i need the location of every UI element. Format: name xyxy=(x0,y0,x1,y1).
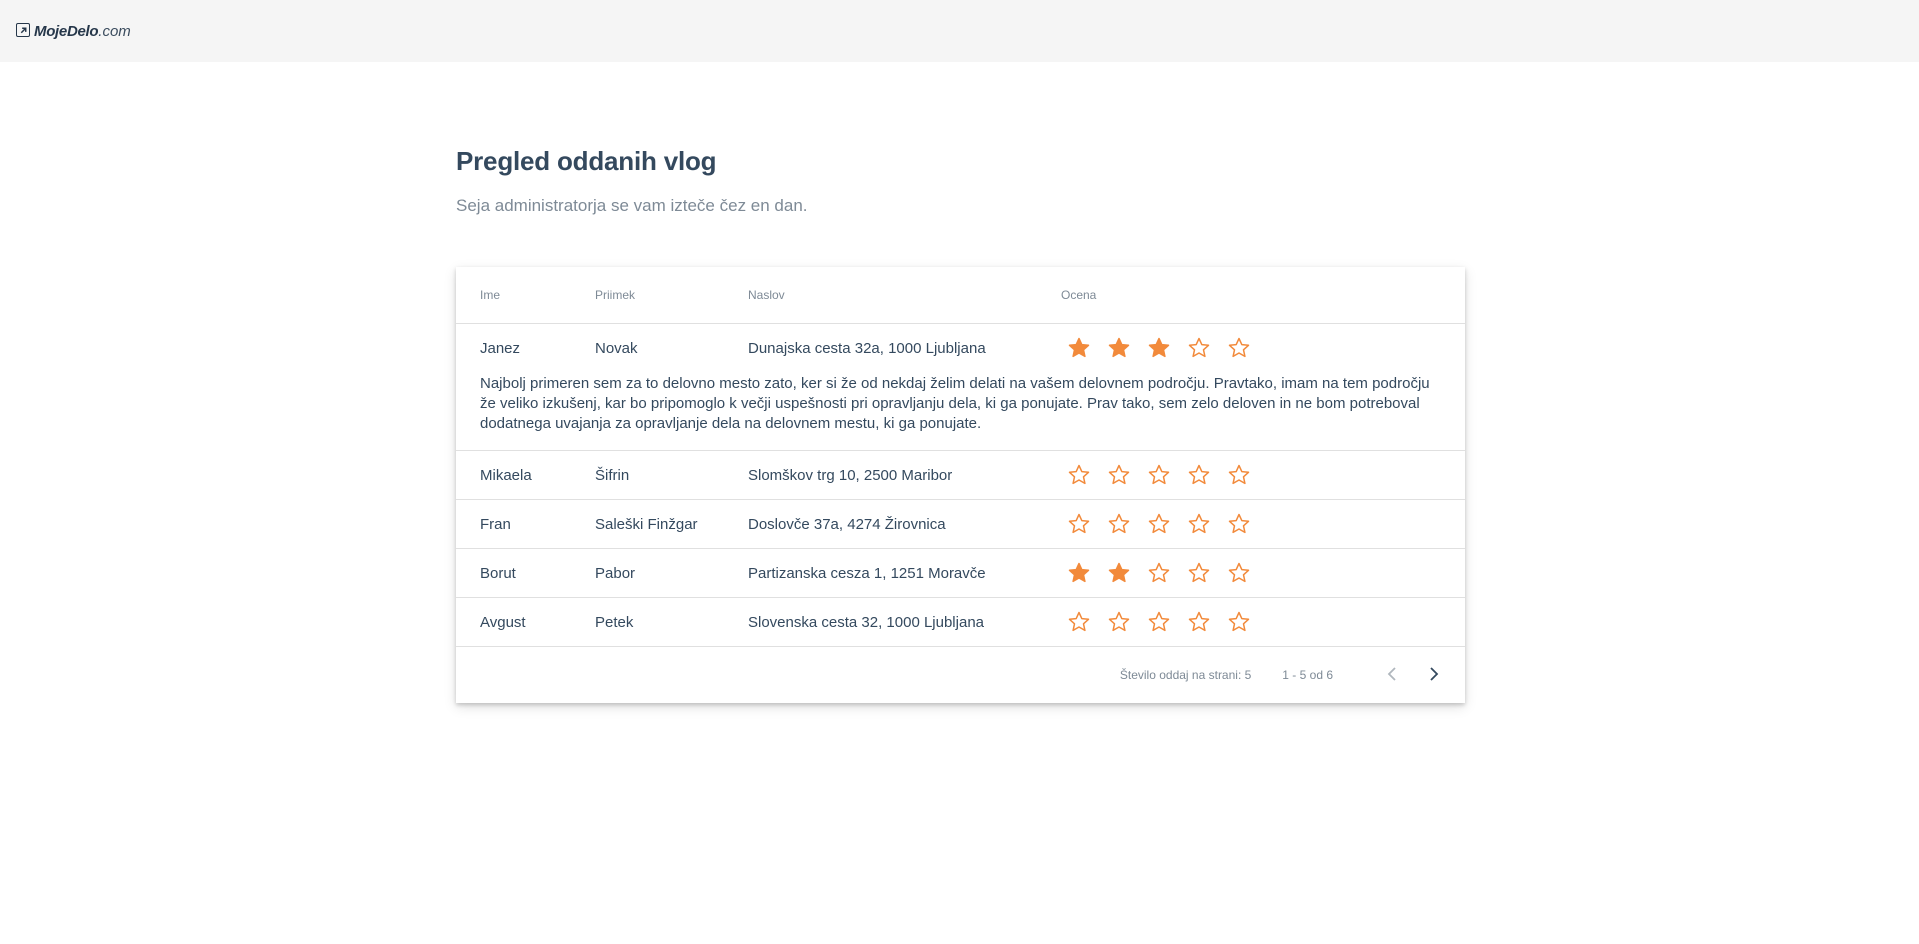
star-rating[interactable] xyxy=(1061,610,1465,634)
star-outline-icon[interactable] xyxy=(1107,610,1131,634)
star-outline-icon[interactable] xyxy=(1187,512,1211,536)
star-rating[interactable] xyxy=(1061,561,1465,585)
star-rating[interactable] xyxy=(1061,512,1465,536)
page-size-label: Število oddaj na strani: 5 xyxy=(1119,668,1252,682)
cell-priimek: Šifrin xyxy=(595,466,630,484)
top-bar: MojeDelo .com xyxy=(0,0,1919,62)
table-row[interactable]: Borut Pabor Partizanska cesza 1, 1251 Mora… xyxy=(456,549,1465,598)
cell-ocena xyxy=(1061,336,1465,360)
page-title: Pregled oddanih vlog xyxy=(456,146,717,176)
star-outline-icon[interactable] xyxy=(1187,561,1211,585)
motivation-text: Najbolj primeren sem za to delovno mesto… xyxy=(480,375,1430,432)
cell-ocena xyxy=(1061,610,1465,634)
star-filled-icon[interactable] xyxy=(1147,336,1171,360)
star-outline-icon[interactable] xyxy=(1147,561,1171,585)
table-row[interactable]: Fran Saleški Finžgar Doslovče 37a, 4274 Ži… xyxy=(456,500,1465,549)
table-row-main[interactable]: Fran Saleški Finžgar Doslovče 37a, 4274 Ži… xyxy=(456,500,1465,549)
main-content: Pregled oddanih vlog Seja administratorj… xyxy=(456,62,1465,703)
logo[interactable]: MojeDelo .com xyxy=(16,23,131,40)
header-ocena[interactable]: Ocena xyxy=(1061,288,1465,302)
star-outline-icon[interactable] xyxy=(1107,512,1131,536)
header-priimek[interactable]: Priimek xyxy=(595,288,748,302)
star-outline-icon[interactable] xyxy=(1227,610,1251,634)
star-outline-icon[interactable] xyxy=(1227,561,1251,585)
header-ime[interactable]: Ime xyxy=(456,288,595,302)
cell-naslov: Slomškov trg 10, 2500 Maribor xyxy=(748,466,953,484)
star-outline-icon[interactable] xyxy=(1227,512,1251,536)
star-outline-icon[interactable] xyxy=(1147,610,1171,634)
chevron-left-icon xyxy=(1384,665,1402,686)
star-rating[interactable] xyxy=(1061,463,1465,487)
cell-ocena xyxy=(1061,512,1465,536)
header-naslov[interactable]: Naslov xyxy=(748,288,1061,302)
table-row[interactable]: Avgust Petek Slovenska cesta 32, 1000 Ljub… xyxy=(456,598,1465,647)
star-outline-icon[interactable] xyxy=(1107,463,1131,487)
cell-priimek: Petek xyxy=(595,613,634,631)
star-rating[interactable] xyxy=(1061,336,1465,360)
paginator: Število oddaj na strani: 5 1 - 5 od 6 xyxy=(456,647,1465,703)
star-outline-icon[interactable] xyxy=(1147,463,1171,487)
table-row-main[interactable]: Avgust Petek Slovenska cesta 32, 1000 Ljub… xyxy=(456,598,1465,647)
cell-naslov: Slovenska cesta 32, 1000 Ljubljana xyxy=(748,613,985,631)
table-header: Ime Priimek Naslov Ocena xyxy=(456,267,1465,324)
cell-ime: Fran xyxy=(480,515,511,533)
cell-naslov: Doslovče 37a, 4274 Žirovnica xyxy=(748,515,946,533)
cell-ime: Borut xyxy=(480,564,516,582)
cell-ime: Janez xyxy=(480,339,521,357)
next-page-button[interactable] xyxy=(1413,655,1453,695)
session-notice: Seja administratorja se vam izteče čez e… xyxy=(456,196,808,215)
star-outline-icon[interactable] xyxy=(1227,336,1251,360)
cell-priimek: Novak xyxy=(595,339,638,357)
table-row[interactable]: Mikaela Šifrin Slomškov trg 10, 2500 Marib… xyxy=(456,451,1465,500)
previous-page-button[interactable] xyxy=(1373,655,1413,695)
table-row-main[interactable]: Mikaela Šifrin Slomškov trg 10, 2500 Marib… xyxy=(456,451,1465,500)
cell-priimek: Saleški Finžgar xyxy=(595,515,698,533)
star-outline-icon[interactable] xyxy=(1067,512,1091,536)
star-filled-icon[interactable] xyxy=(1067,336,1091,360)
logo-text-bold: MojeDelo xyxy=(34,22,99,40)
applications-table: Ime Priimek Naslov Ocena Janez Novak Dunaj… xyxy=(456,267,1465,703)
star-outline-icon[interactable] xyxy=(1147,512,1171,536)
star-filled-icon[interactable] xyxy=(1107,336,1131,360)
star-outline-icon[interactable] xyxy=(1187,610,1211,634)
table-row-main[interactable]: Janez Novak Dunajska cesta 32a, 1000 Ljubl… xyxy=(456,324,1465,372)
range-label: 1 - 5 od 6 xyxy=(1282,668,1333,682)
star-outline-icon[interactable] xyxy=(1067,463,1091,487)
star-outline-icon[interactable] xyxy=(1067,610,1091,634)
external-arrow-icon xyxy=(16,23,30,37)
cell-ocena xyxy=(1061,561,1465,585)
cell-ime: Avgust xyxy=(480,613,526,631)
table-row[interactable]: Janez Novak Dunajska cesta 32a, 1000 Ljubl… xyxy=(456,324,1465,451)
cell-naslov: Partizanska cesza 1, 1251 Moravče xyxy=(748,564,986,582)
cell-ime: Mikaela xyxy=(480,466,532,484)
star-outline-icon[interactable] xyxy=(1187,463,1211,487)
star-outline-icon[interactable] xyxy=(1227,463,1251,487)
logo-text-domain: .com xyxy=(98,22,131,40)
table-row-main[interactable]: Borut Pabor Partizanska cesza 1, 1251 Mora… xyxy=(456,549,1465,598)
star-filled-icon[interactable] xyxy=(1107,561,1131,585)
cell-ocena xyxy=(1061,463,1465,487)
cell-naslov: Dunajska cesta 32a, 1000 Ljubljana xyxy=(748,339,986,357)
cell-priimek: Pabor xyxy=(595,564,636,582)
star-outline-icon[interactable] xyxy=(1187,336,1211,360)
table-body: Janez Novak Dunajska cesta 32a, 1000 Ljubl… xyxy=(456,324,1465,647)
chevron-right-icon xyxy=(1424,665,1442,686)
star-filled-icon[interactable] xyxy=(1067,561,1091,585)
